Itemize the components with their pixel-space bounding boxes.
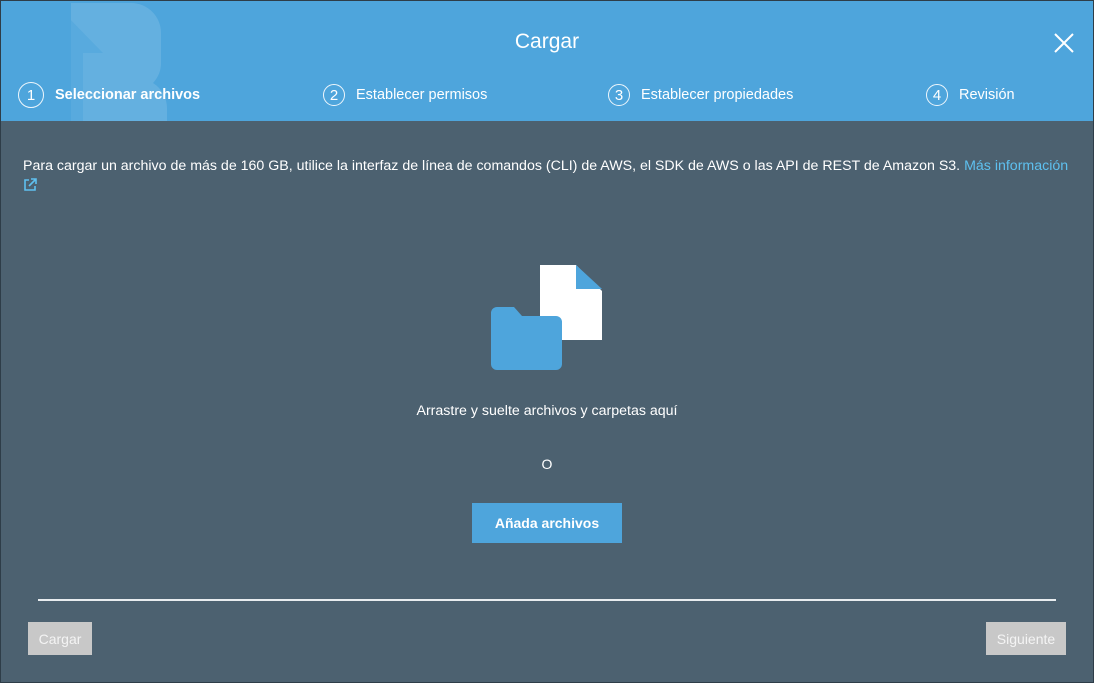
- or-separator: O: [541, 456, 553, 472]
- step-number: 2: [323, 84, 345, 106]
- step-set-permissions[interactable]: 2 Establecer permisos: [323, 82, 487, 108]
- close-button[interactable]: [1052, 31, 1076, 55]
- step-number: 4: [926, 84, 948, 106]
- more-info-link-text: Más información: [964, 158, 1069, 174]
- upload-dialog: Cargar 1 Seleccionar archivos 2 Establec…: [0, 0, 1094, 683]
- drop-instructions: Arrastre y suelte archivos y carpetas aq…: [416, 403, 678, 419]
- file-folder-icon: [491, 265, 602, 370]
- next-button[interactable]: Siguiente: [986, 622, 1066, 655]
- step-label: Revisión: [959, 87, 1015, 103]
- step-set-properties[interactable]: 3 Establecer propiedades: [608, 82, 793, 108]
- close-icon: [1054, 33, 1074, 53]
- add-files-button[interactable]: Añada archivos: [472, 503, 622, 543]
- footer-divider: [38, 599, 1056, 601]
- step-label: Seleccionar archivos: [55, 87, 201, 103]
- size-limit-notice: Para cargar un archivo de más de 160 GB,…: [23, 157, 1073, 193]
- external-link-icon: [24, 177, 37, 191]
- step-label: Establecer permisos: [356, 87, 488, 103]
- step-number: 1: [18, 82, 44, 108]
- upload-button[interactable]: Cargar: [28, 622, 92, 655]
- step-label: Establecer propiedades: [641, 87, 794, 103]
- notice-text: Para cargar un archivo de más de 160 GB,…: [23, 158, 961, 174]
- dialog-title: Cargar: [514, 30, 580, 53]
- step-select-files[interactable]: 1 Seleccionar archivos: [18, 82, 200, 108]
- step-number: 3: [608, 84, 630, 106]
- dialog-header: Cargar 1 Seleccionar archivos 2 Establec…: [1, 1, 1093, 121]
- step-review[interactable]: 4 Revisión: [926, 82, 1015, 108]
